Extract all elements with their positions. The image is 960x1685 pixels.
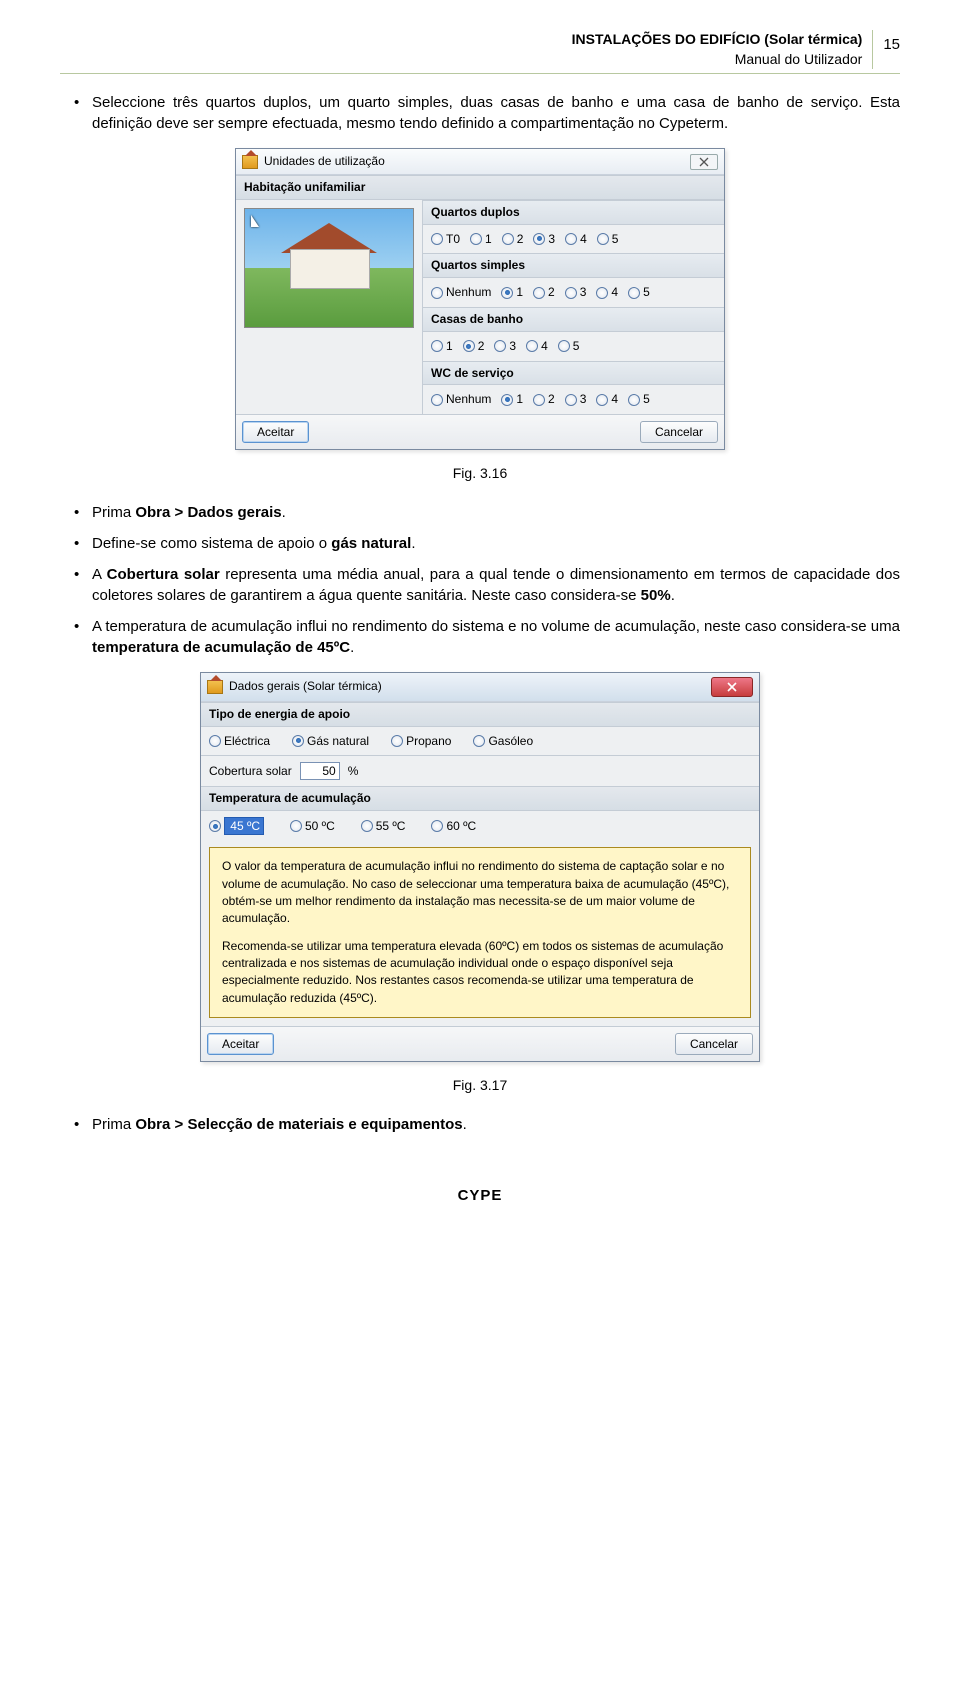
info-p1: O valor da temperatura de acumulação inf… bbox=[222, 858, 738, 928]
section-temp-acum: Temperatura de acumulação bbox=[201, 786, 759, 811]
radio-cb-5[interactable] bbox=[558, 340, 570, 352]
header-title-2: Manual do Utilizador bbox=[572, 50, 863, 70]
page-number: 15 bbox=[872, 30, 900, 69]
radio-qs-4[interactable] bbox=[596, 287, 608, 299]
radio-55c[interactable] bbox=[361, 820, 373, 832]
radio-propano[interactable] bbox=[391, 735, 403, 747]
radio-qd-3[interactable] bbox=[533, 233, 545, 245]
dialog1-section: Habitação unifamiliar bbox=[236, 175, 724, 200]
radio-qs-1[interactable] bbox=[501, 287, 513, 299]
radio-qd-5[interactable] bbox=[597, 233, 609, 245]
radio-wc-nenhum[interactable] bbox=[431, 394, 443, 406]
radio-60c[interactable] bbox=[431, 820, 443, 832]
bullet-3: Define-se como sistema de apoio o gás na… bbox=[60, 533, 900, 554]
cov-label: Cobertura solar bbox=[209, 763, 292, 780]
dialog2-title: Dados gerais (Solar térmica) bbox=[229, 678, 382, 695]
section-energy-type: Tipo de energia de apoio bbox=[201, 702, 759, 727]
radio-qd-4[interactable] bbox=[565, 233, 577, 245]
bullet-4: A Cobertura solar representa uma média a… bbox=[60, 564, 900, 606]
dialog-unidades: Unidades de utilização Habitação unifami… bbox=[235, 148, 725, 450]
figure-caption-2: Fig. 3.17 bbox=[60, 1076, 900, 1096]
bullet-1: Seleccione três quartos duplos, um quart… bbox=[60, 92, 900, 134]
bullet-2: Prima Obra > Dados gerais. bbox=[60, 502, 900, 523]
radio-wc-5[interactable] bbox=[628, 394, 640, 406]
house-icon bbox=[207, 680, 223, 694]
radio-t0[interactable] bbox=[431, 233, 443, 245]
figure-caption-1: Fig. 3.16 bbox=[60, 464, 900, 484]
radio-electrica[interactable] bbox=[209, 735, 221, 747]
radio-45c[interactable] bbox=[209, 820, 221, 832]
house-image bbox=[244, 208, 414, 328]
radio-qs-3[interactable] bbox=[565, 287, 577, 299]
radio-50c[interactable] bbox=[290, 820, 302, 832]
radio-wc-3[interactable] bbox=[565, 394, 577, 406]
cancel-button[interactable]: Cancelar bbox=[675, 1033, 753, 1055]
group-wc-servico: WC de serviço bbox=[423, 361, 724, 386]
radio-cb-1[interactable] bbox=[431, 340, 443, 352]
page-header: INSTALAÇÕES DO EDIFÍCIO (Solar térmica) … bbox=[60, 30, 900, 74]
radio-cb-3[interactable] bbox=[494, 340, 506, 352]
radio-wc-2[interactable] bbox=[533, 394, 545, 406]
radio-row-quartos-duplos: T0 1 2 3 4 5 bbox=[423, 225, 724, 254]
radio-gasoleo[interactable] bbox=[473, 735, 485, 747]
group-quartos-duplos: Quartos duplos bbox=[423, 200, 724, 225]
radio-row-energy: Eléctrica Gás natural Propano Gasóleo bbox=[201, 727, 759, 756]
group-quartos-simples: Quartos simples bbox=[423, 253, 724, 278]
accept-button[interactable]: Aceitar bbox=[242, 421, 309, 443]
radio-row-quartos-simples: Nenhum 1 2 3 4 5 bbox=[423, 278, 724, 307]
accept-button[interactable]: Aceitar bbox=[207, 1033, 274, 1055]
radio-gas-natural[interactable] bbox=[292, 735, 304, 747]
radio-cb-4[interactable] bbox=[526, 340, 538, 352]
dialog1-title: Unidades de utilização bbox=[264, 153, 385, 170]
header-title-1: INSTALAÇÕES DO EDIFÍCIO (Solar térmica) bbox=[572, 30, 863, 50]
cursor-icon bbox=[251, 215, 259, 227]
info-p2: Recomenda-se utilizar uma temperatura el… bbox=[222, 938, 738, 1008]
radio-qs-2[interactable] bbox=[533, 287, 545, 299]
radio-qd-1[interactable] bbox=[470, 233, 482, 245]
close-icon[interactable] bbox=[711, 677, 753, 697]
radio-qd-2[interactable] bbox=[502, 233, 514, 245]
radio-qs-5[interactable] bbox=[628, 287, 640, 299]
dialog-dados-gerais: Dados gerais (Solar térmica) Tipo de ene… bbox=[200, 672, 760, 1063]
radio-wc-4[interactable] bbox=[596, 394, 608, 406]
cov-input[interactable] bbox=[300, 762, 340, 780]
cancel-button[interactable]: Cancelar bbox=[640, 421, 718, 443]
radio-wc-1[interactable] bbox=[501, 394, 513, 406]
close-icon[interactable] bbox=[690, 154, 718, 170]
temp-45-display[interactable] bbox=[224, 817, 264, 835]
house-icon bbox=[242, 155, 258, 169]
group-casas-banho: Casas de banho bbox=[423, 307, 724, 332]
footer-brand: CYPE bbox=[60, 1145, 900, 1206]
radio-row-casas-banho: 1 2 3 4 5 bbox=[423, 332, 724, 361]
radio-qs-nenhum[interactable] bbox=[431, 287, 443, 299]
bullet-6: Prima Obra > Selecção de materiais e equ… bbox=[60, 1114, 900, 1135]
radio-row-temp: 50 ºC 55 ºC 60 ºC bbox=[201, 811, 759, 841]
radio-row-wc-servico: Nenhum 1 2 3 4 5 bbox=[423, 385, 724, 414]
bullet-5: A temperatura de acumulação influi no re… bbox=[60, 616, 900, 658]
radio-cb-2[interactable] bbox=[463, 340, 475, 352]
cov-unit: % bbox=[348, 763, 359, 780]
info-box: O valor da temperatura de acumulação inf… bbox=[209, 847, 751, 1018]
